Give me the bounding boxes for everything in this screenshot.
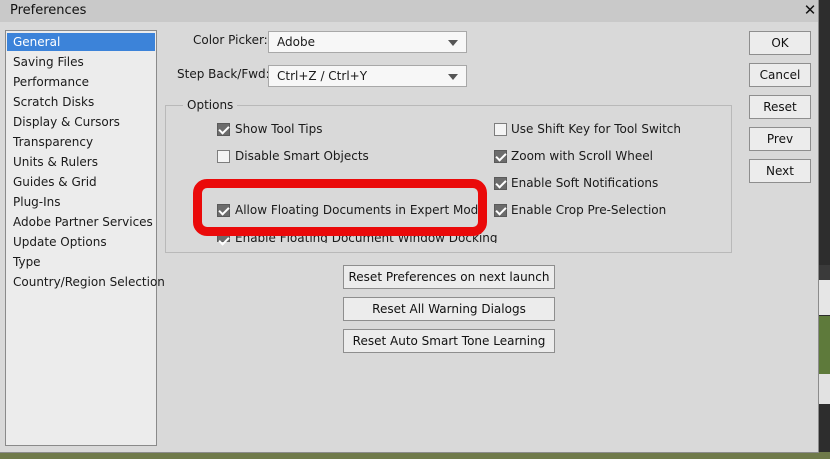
- prev-button[interactable]: Prev: [749, 127, 811, 151]
- step-back-value: Ctrl+Z / Ctrl+Y: [277, 69, 368, 83]
- color-picker-value: Adobe: [277, 35, 315, 49]
- background-strip: [0, 452, 830, 459]
- soft-notifications-label: Enable Soft Notifications: [511, 176, 659, 190]
- chevron-down-icon: [448, 74, 458, 80]
- sidebar-item-update-options[interactable]: Update Options: [7, 233, 155, 251]
- reset-button[interactable]: Reset: [749, 95, 811, 119]
- step-back-dropdown[interactable]: Ctrl+Z / Ctrl+Y: [268, 65, 467, 87]
- zoom-scroll-label: Zoom with Scroll Wheel: [511, 149, 653, 163]
- sidebar-item-type[interactable]: Type: [7, 253, 155, 271]
- sidebar-item-transparency[interactable]: Transparency: [7, 133, 155, 151]
- sidebar-item-scratch-disks[interactable]: Scratch Disks: [7, 93, 155, 111]
- sidebar-item-adobe-partner-services[interactable]: Adobe Partner Services: [7, 213, 155, 231]
- chevron-down-icon: [448, 40, 458, 46]
- title-bar: Preferences ✕: [0, 0, 818, 22]
- crop-preselection-checkbox[interactable]: [494, 204, 507, 217]
- use-shift-key-checkbox[interactable]: [494, 123, 507, 136]
- color-picker-dropdown[interactable]: Adobe: [268, 31, 467, 53]
- cancel-button[interactable]: Cancel: [749, 63, 811, 87]
- sidebar-item-guides-grid[interactable]: Guides & Grid: [7, 173, 155, 191]
- sidebar-item-display-cursors[interactable]: Display & Cursors: [7, 113, 155, 131]
- show-tool-tips-checkbox[interactable]: [217, 123, 230, 136]
- reset-preferences-button[interactable]: Reset Preferences on next launch: [343, 265, 555, 289]
- background-image: [818, 0, 830, 459]
- soft-notifications-checkbox[interactable]: [494, 177, 507, 190]
- sidebar-item-country-region[interactable]: Country/Region Selection: [7, 273, 165, 291]
- close-icon[interactable]: ✕: [802, 0, 818, 20]
- color-picker-label: Color Picker:: [193, 33, 268, 47]
- ok-button[interactable]: OK: [749, 31, 811, 55]
- reset-warning-dialogs-button[interactable]: Reset All Warning Dialogs: [343, 297, 555, 321]
- sidebar-item-plug-ins[interactable]: Plug-Ins: [7, 193, 155, 211]
- sidebar-item-saving-files[interactable]: Saving Files: [7, 53, 155, 71]
- next-button[interactable]: Next: [749, 159, 811, 183]
- zoom-scroll-checkbox[interactable]: [494, 150, 507, 163]
- preferences-dialog: Preferences ✕ General Saving Files Perfo…: [0, 0, 819, 453]
- sidebar-item-general[interactable]: General: [7, 33, 155, 51]
- show-tool-tips-label: Show Tool Tips: [235, 122, 323, 136]
- dialog-title: Preferences: [10, 3, 87, 18]
- sidebar-item-performance[interactable]: Performance: [7, 73, 155, 91]
- step-back-label: Step Back/Fwd:: [177, 67, 270, 81]
- options-group-title: Options: [183, 98, 238, 112]
- reset-smart-tone-button[interactable]: Reset Auto Smart Tone Learning: [343, 329, 555, 353]
- disable-smart-objects-checkbox[interactable]: [217, 150, 230, 163]
- sidebar-item-units-rulers[interactable]: Units & Rulers: [7, 153, 155, 171]
- disable-smart-objects-label: Disable Smart Objects: [235, 149, 369, 163]
- red-highlight-annotation: [193, 179, 487, 236]
- crop-preselection-label: Enable Crop Pre-Selection: [511, 203, 667, 217]
- use-shift-key-label: Use Shift Key for Tool Switch: [511, 122, 682, 136]
- category-list[interactable]: General Saving Files Performance Scratch…: [5, 30, 165, 446]
